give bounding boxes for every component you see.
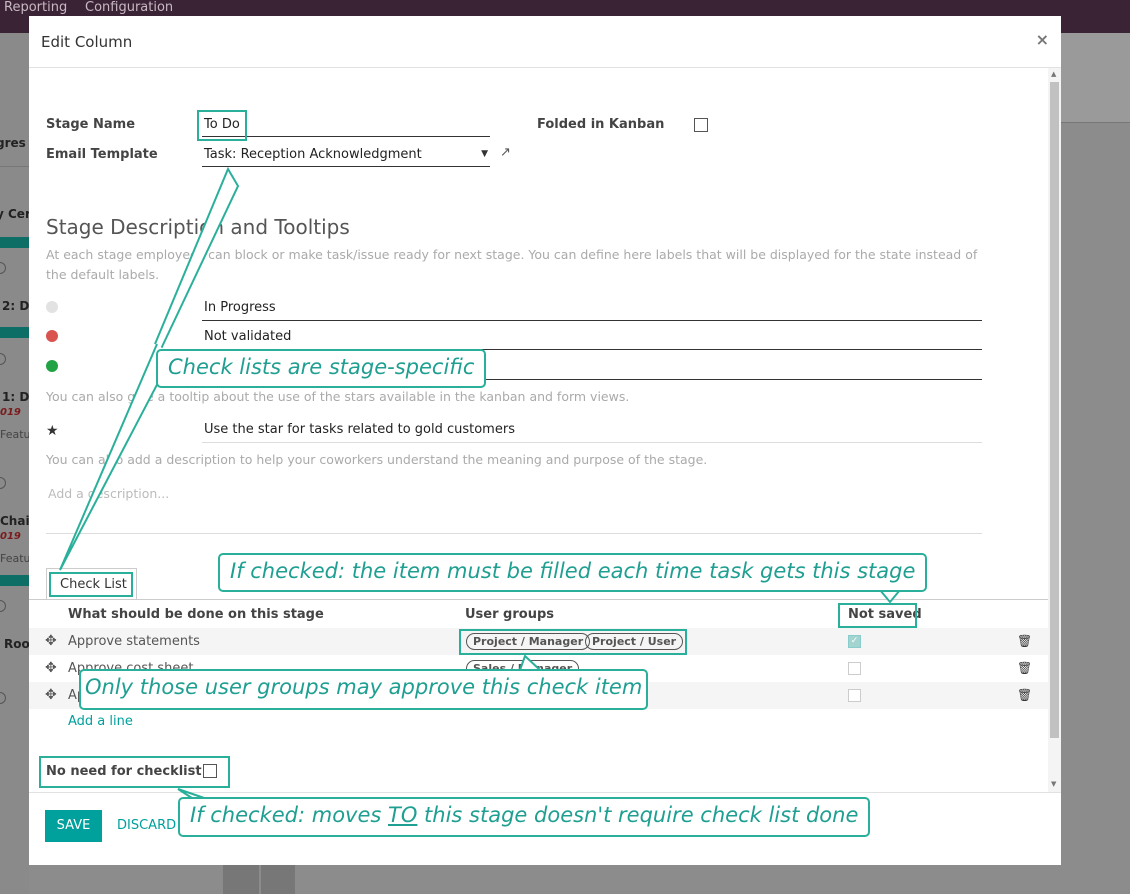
drag-handle-icon[interactable]: ✥ (45, 687, 57, 703)
scroll-down-icon[interactable]: ▼ (1051, 780, 1056, 788)
folded-in-kanban-label: Folded in Kanban (537, 117, 665, 132)
state-normal-input[interactable]: In Progress (202, 300, 982, 321)
callout-user-groups: Only those user groups may approve this … (79, 669, 649, 710)
column-fragment: gres (0, 136, 26, 150)
callout-no-checklist-pre: If checked: moves (190, 803, 389, 827)
chevron-down-icon[interactable]: ▼ (481, 149, 488, 159)
callout-if-checked-item: If checked: the item must be filled each… (218, 553, 928, 592)
star-icon: ★ (46, 423, 59, 439)
trash-icon[interactable]: 🗑 (1017, 634, 1032, 648)
column-header-groups: User groups (465, 607, 554, 622)
trash-icon[interactable]: 🗑 (1017, 661, 1032, 675)
kanban-background-column: gres y Cer 2: De 1: De 019 Featu Chai 01… (0, 33, 37, 894)
description-placeholder: Add a description... (48, 486, 170, 501)
column-fragment: Roo (4, 637, 30, 651)
state-dot-done (46, 360, 58, 372)
help-text-stars: You can also give a tooltip about the us… (46, 389, 630, 404)
state-blocked-value: Not validated (204, 329, 292, 344)
save-button[interactable]: SAVE (45, 810, 102, 842)
external-link-icon[interactable]: ↗ (500, 145, 511, 160)
scroll-up-icon[interactable]: ▲ (1051, 70, 1056, 78)
edit-column-dialog: Edit Column × ▲ ▼ Stage Name To Do Email… (29, 16, 1061, 865)
scroll-thumb[interactable] (1050, 82, 1059, 738)
dialog-header: Edit Column × (29, 16, 1061, 68)
callout-no-checklist-to: TO (388, 803, 418, 827)
footer-divider (29, 792, 1061, 793)
star-tooltip-input[interactable]: Use the star for tasks related to gold c… (202, 422, 982, 443)
menu-reporting[interactable]: Reporting (4, 0, 67, 16)
description-input[interactable]: Add a description... (46, 486, 982, 534)
callout-stage-specific: Check lists are stage-specific (156, 349, 487, 388)
add-line-link[interactable]: Add a line (68, 714, 133, 729)
help-text-states: At each stage employees can block or mak… (46, 247, 978, 282)
callout-no-checklist-post: this stage doesn't require check list do… (417, 803, 859, 827)
discard-button[interactable]: DISCARD (117, 810, 176, 842)
help-text-description: You can also add a description to help y… (46, 452, 708, 467)
column-fragment: 019 (0, 407, 21, 418)
email-template-label: Email Template (46, 147, 158, 162)
background-block (261, 865, 295, 894)
state-dot-normal (46, 301, 58, 313)
column-fragment: Featu (0, 552, 31, 565)
email-template-value: Task: Reception Acknowledgment (204, 147, 422, 162)
dialog-scrollbar[interactable]: ▲ ▼ (1048, 68, 1061, 793)
highlight-stage-name (197, 110, 247, 141)
kanban-background-right (1061, 33, 1130, 894)
highlight-check-list-tab (49, 572, 133, 597)
task-name: Approve statements (68, 634, 200, 649)
highlight-not-saved (838, 603, 917, 628)
column-header-task: What should be done on this stage (68, 607, 324, 622)
column-fragment: Chai (0, 514, 30, 528)
state-blocked-input[interactable]: Not validated (202, 329, 982, 350)
not-saved-checkbox[interactable] (848, 662, 861, 675)
not-saved-checkbox[interactable] (848, 689, 861, 702)
highlight-no-checklist (39, 756, 230, 788)
trash-icon[interactable]: 🗑 (1017, 688, 1032, 702)
not-saved-checkbox[interactable]: ✓ (848, 635, 861, 648)
column-fragment: 019 (0, 531, 21, 542)
drag-handle-icon[interactable]: ✥ (45, 633, 57, 649)
star-tooltip-value: Use the star for tasks related to gold c… (204, 422, 515, 437)
email-template-select[interactable]: Task: Reception Acknowledgment ▼ (202, 147, 490, 167)
state-normal-value: In Progress (204, 300, 276, 315)
stage-name-label: Stage Name (46, 117, 136, 132)
callout-no-checklist: If checked: moves TO this stage doesn't … (178, 797, 871, 837)
menu-configuration[interactable]: Configuration (85, 0, 173, 16)
section-title: Stage Description and Tooltips (46, 215, 350, 239)
tab-divider (29, 599, 1048, 600)
background-block (223, 865, 259, 894)
highlight-user-groups (459, 629, 687, 655)
folded-in-kanban-checkbox[interactable] (694, 118, 708, 132)
close-icon[interactable]: × (1036, 30, 1049, 49)
column-fragment: Featu (0, 428, 31, 441)
state-dot-blocked (46, 330, 58, 342)
drag-handle-icon[interactable]: ✥ (45, 660, 57, 676)
column-fragment: y Cer (0, 207, 31, 221)
dialog-title: Edit Column (41, 33, 133, 51)
